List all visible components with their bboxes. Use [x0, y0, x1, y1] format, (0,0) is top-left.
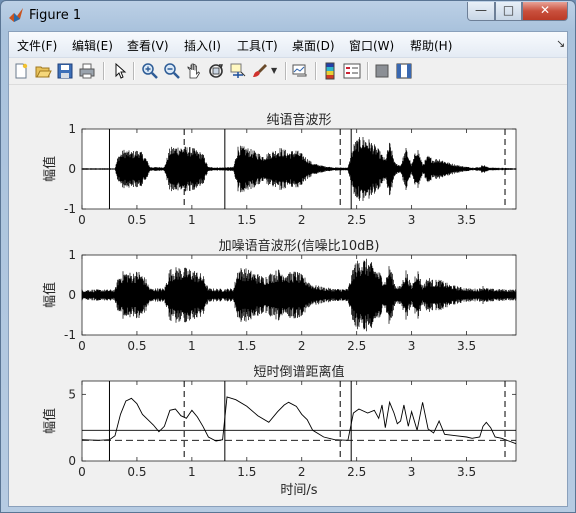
y-tick-label: 0 [68, 162, 76, 176]
menu-view[interactable]: 查看(V) [127, 37, 169, 54]
plot-title-1: 纯语音波形 [266, 112, 331, 128]
matlab-logo-icon [9, 8, 23, 22]
figure-plots: 纯语音波形幅值0 0.5 1 1.5 2 2.5 3 3.510-1加噪语音波形(信噪比10d… [42, 112, 517, 498]
show-plot-tools-icon[interactable] [395, 62, 413, 80]
legend-icon[interactable] [343, 62, 361, 80]
x-tick-label: 1.5 [237, 213, 256, 227]
x-axis-label: 时间/s [280, 483, 317, 498]
x-tick-label: 0 [78, 213, 86, 227]
x-tick-label: 2 [298, 213, 306, 227]
y-tick-label: -1 [64, 328, 76, 342]
toolbar: ▼ [9, 58, 567, 85]
x-tick-label: 1 [188, 213, 196, 227]
x-tick-label: 0.5 [127, 339, 146, 353]
figure-window: Figure 1 — □ ✕ 文件(F) 编辑(E) 查看(V) 插入(I) 工… [0, 0, 576, 513]
y-tick-label: 1 [68, 248, 76, 262]
pointer-icon[interactable] [111, 62, 129, 80]
x-tick-label: 1 [188, 339, 196, 353]
title-bar[interactable]: Figure 1 — □ ✕ [1, 1, 575, 31]
figure-canvas: 纯语音波形 幅值 0 0.5 1 1.5 2 2.5 3 3.5 1 0 -1 加噪语音波形(信噪比10d… [9, 85, 567, 506]
x-tick-label: 2 [298, 339, 306, 353]
x-tick-label: 1.5 [237, 339, 256, 353]
link-plot-icon[interactable] [291, 62, 309, 80]
menu-overflow-icon[interactable]: ↘ [556, 37, 565, 50]
y-tick-label: -1 [64, 202, 76, 216]
x-tick-label: 2 [298, 465, 306, 479]
maximize-button[interactable]: □ [495, 2, 522, 21]
menu-file[interactable]: 文件(F) [17, 37, 57, 54]
x-tick-label: 0 [78, 465, 86, 479]
plot-title-2: 加噪语音波形(信噪比10dB) [219, 238, 380, 254]
menu-insert[interactable]: 插入(I) [184, 37, 221, 54]
plot-axes-3 [81, 380, 517, 462]
window-title: Figure 1 [29, 8, 82, 23]
y-tick-label: 5 [68, 387, 76, 401]
x-tick-label: 3 [408, 339, 416, 353]
x-tick-label: 1 [188, 465, 196, 479]
y-axis-label-3: 幅值 [42, 408, 58, 434]
x-tick-label: 0.5 [127, 465, 146, 479]
brush-icon[interactable] [251, 62, 269, 80]
data-cursor-icon[interactable] [229, 62, 247, 80]
hide-plot-tools-icon[interactable] [373, 62, 391, 80]
figure-client-area: 文件(F) 编辑(E) 查看(V) 插入(I) 工具(T) 桌面(D) 窗口(W… [8, 31, 568, 507]
rotate-3d-icon[interactable] [207, 62, 225, 80]
y-tick-label: 0 [68, 454, 76, 468]
brush-dropdown-icon[interactable]: ▼ [271, 62, 279, 80]
toolbar-separator [285, 62, 287, 80]
close-button[interactable]: ✕ [522, 2, 568, 21]
x-tick-label: 3.5 [457, 465, 476, 479]
print-icon[interactable] [78, 62, 96, 80]
toolbar-separator [367, 62, 369, 80]
y-axis-label-1: 幅值 [42, 156, 58, 182]
colorbar-icon[interactable] [321, 62, 339, 80]
toolbar-separator [315, 62, 317, 80]
toolbar-separator [103, 62, 105, 80]
y-tick-label: 1 [68, 122, 76, 136]
x-tick-label: 0.5 [127, 213, 146, 227]
menu-bar: 文件(F) 编辑(E) 查看(V) 插入(I) 工具(T) 桌面(D) 窗口(W… [9, 32, 567, 58]
save-icon[interactable] [56, 62, 74, 80]
x-tick-label: 1.5 [237, 465, 256, 479]
x-tick-label: 2.5 [347, 465, 366, 479]
menu-help[interactable]: 帮助(H) [410, 37, 452, 54]
y-tick-label: 0 [68, 288, 76, 302]
zoom-out-icon[interactable] [163, 62, 181, 80]
x-tick-label: 3 [408, 465, 416, 479]
menu-edit[interactable]: 编辑(E) [72, 37, 113, 54]
x-tick-label: 3 [408, 213, 416, 227]
new-figure-icon[interactable] [12, 62, 30, 80]
menu-window[interactable]: 窗口(W) [349, 37, 394, 54]
plot-title-3: 短时倒谱距离值 [253, 364, 344, 380]
toolbar-separator [133, 62, 135, 80]
x-tick-label: 3.5 [457, 339, 476, 353]
pan-icon[interactable] [185, 62, 203, 80]
open-file-icon[interactable] [34, 62, 52, 80]
x-tick-label: 2.5 [347, 339, 366, 353]
minimize-button[interactable]: — [467, 2, 495, 21]
menu-desktop[interactable]: 桌面(D) [292, 37, 335, 54]
menu-tools[interactable]: 工具(T) [237, 37, 278, 54]
y-axis-label-2: 幅值 [42, 282, 58, 308]
zoom-in-icon[interactable] [141, 62, 159, 80]
x-tick-label: 2.5 [347, 213, 366, 227]
x-tick-label: 0 [78, 339, 86, 353]
x-tick-label: 3.5 [457, 213, 476, 227]
